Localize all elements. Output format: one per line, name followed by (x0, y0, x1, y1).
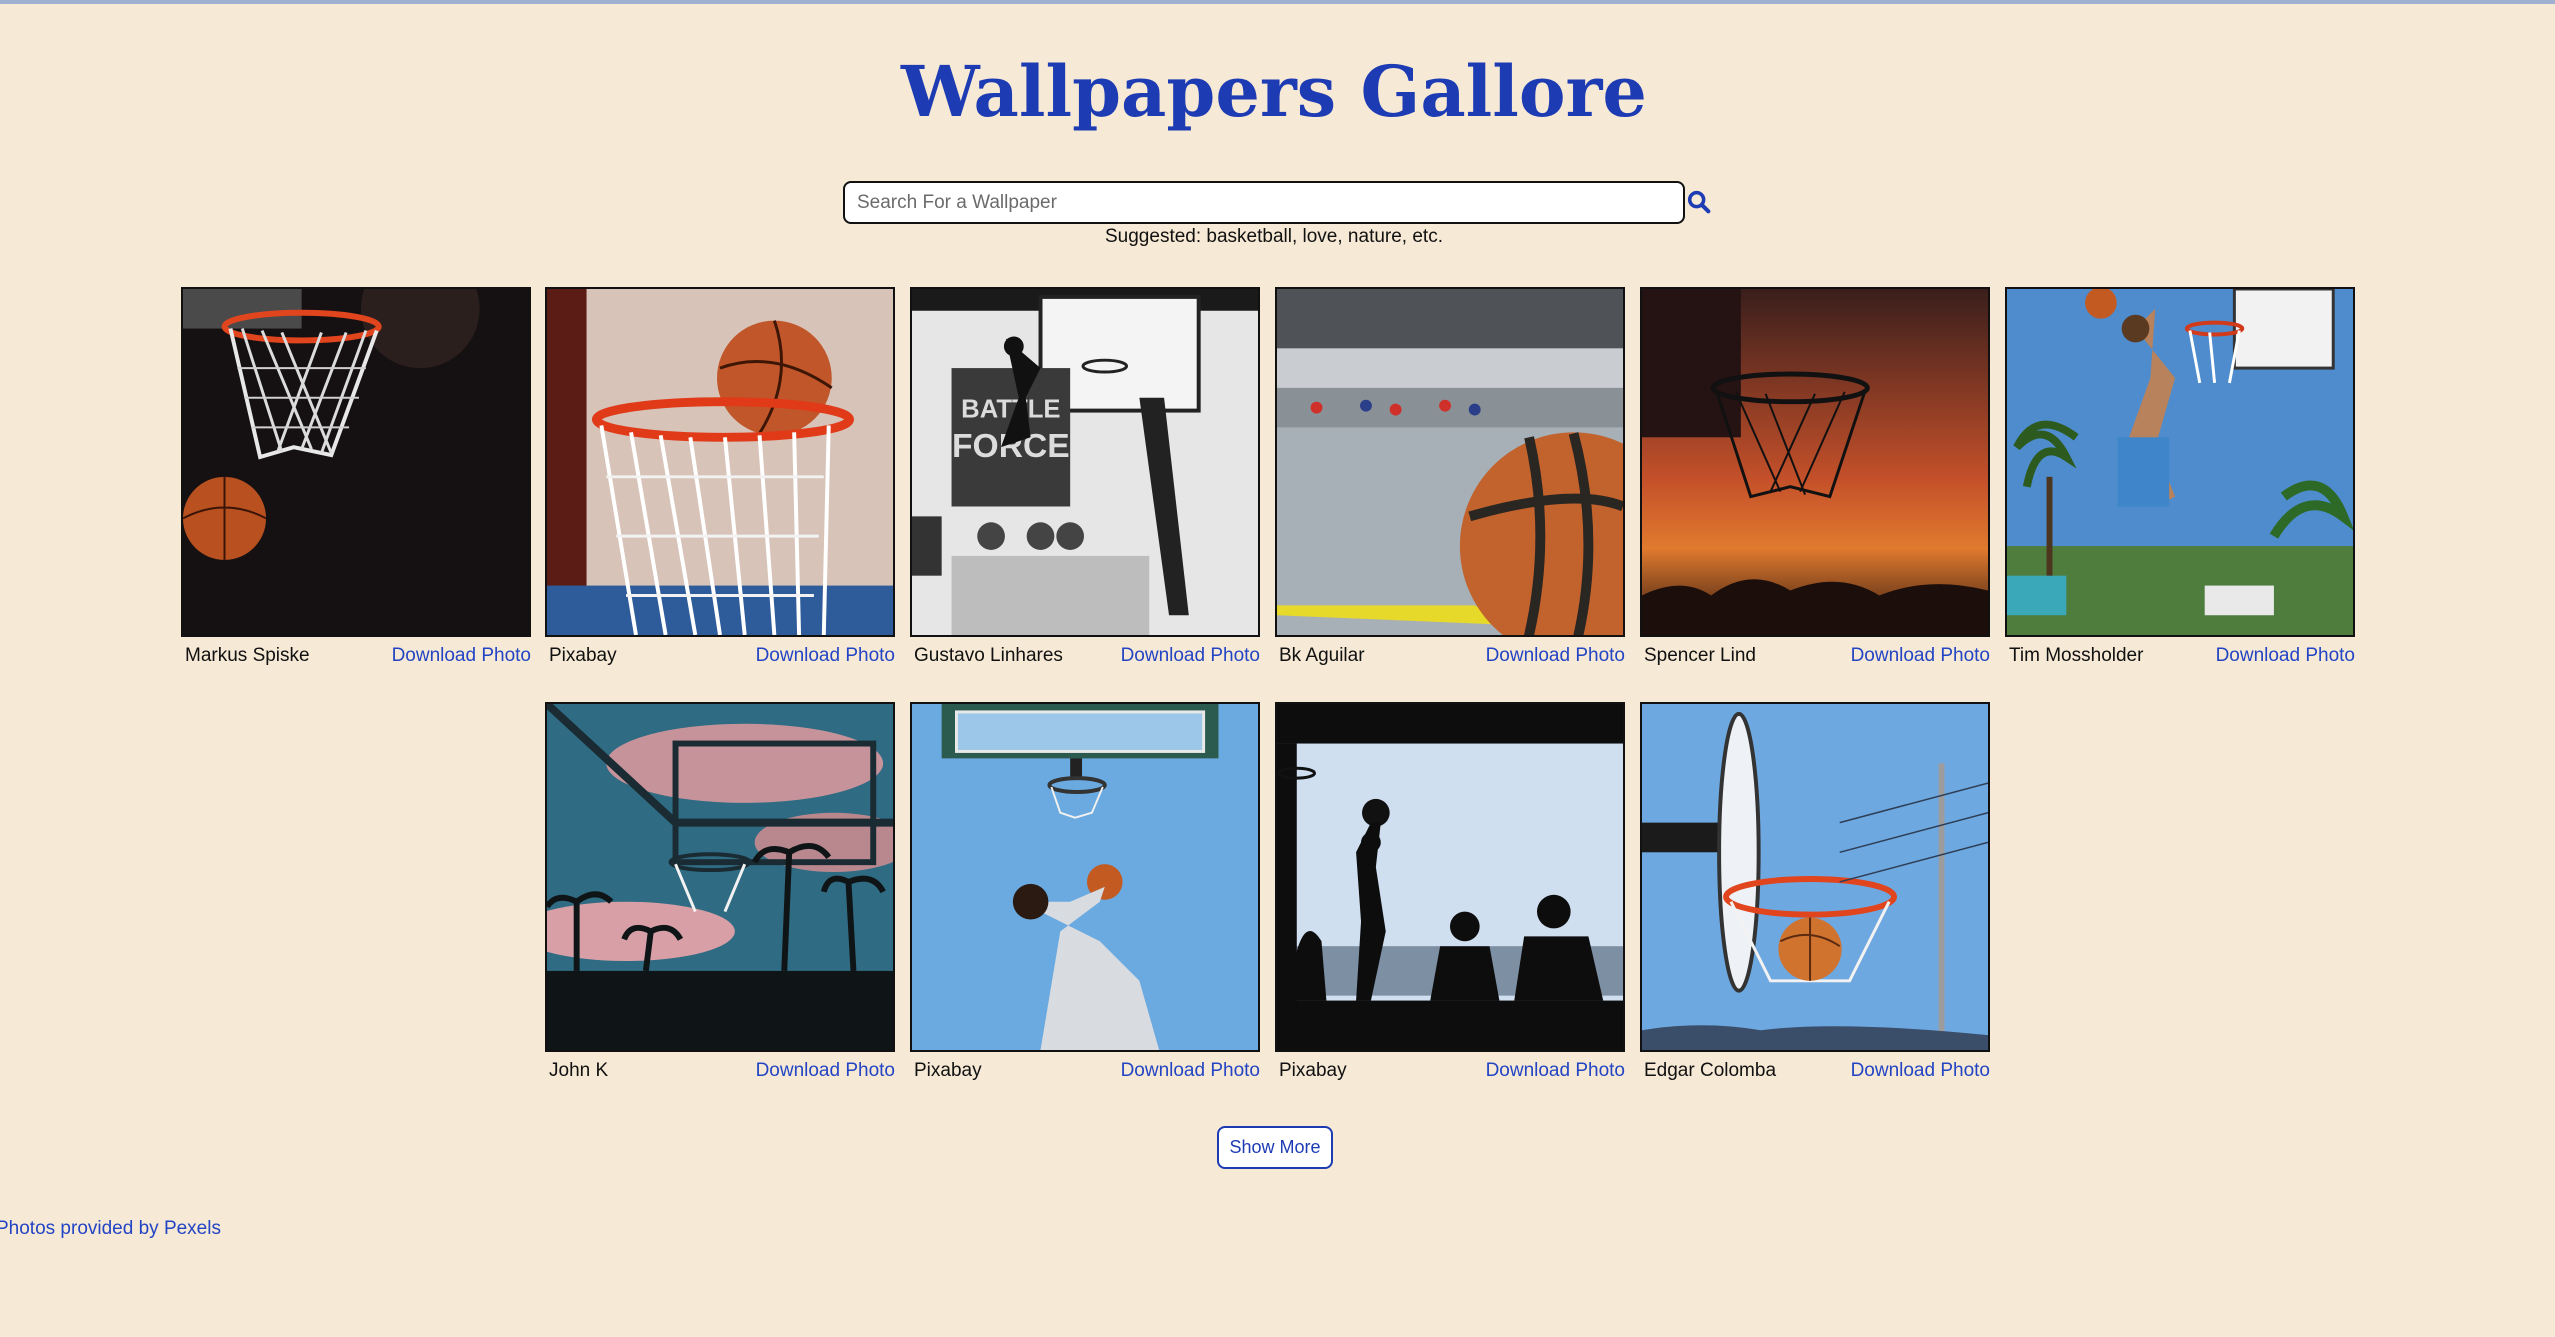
photo-card: Spencer Lind Download Photo (1640, 287, 1990, 667)
photographer-credit: John K (549, 1060, 609, 1081)
photo-card: Markus Spiske Download Photo (181, 287, 531, 667)
photo-thumbnail-dunk-black-and-white[interactable]: BATTLE FORCE (910, 287, 1260, 637)
photographer-credit: Edgar Colomba (1644, 1060, 1777, 1081)
photo-thumbnail-hoop-blue-sky[interactable] (1640, 702, 1990, 1052)
photo-card: Tim Mossholder Download Photo (2005, 287, 2355, 667)
photographer-credit: Bk Aguilar (1279, 645, 1365, 666)
photographer-credit: Gustavo Linhares (914, 645, 1063, 666)
download-photo-link[interactable]: Download Photo (2216, 644, 2355, 668)
photo-card: Pixabay Download Photo (1275, 702, 1625, 1082)
photographer-credit: Tim Mossholder (2009, 645, 2144, 666)
photographer-credit: Pixabay (1279, 1060, 1347, 1081)
download-photo-link[interactable]: Download Photo (756, 1059, 895, 1083)
download-photo-link[interactable]: Download Photo (1121, 644, 1260, 668)
photographer-credit: Pixabay (914, 1060, 982, 1081)
search-bar (843, 181, 1711, 226)
search-suggestions: Suggested: basketball, love, nature, etc… (1105, 226, 1443, 247)
photo-card: John K Download Photo (545, 702, 895, 1082)
search-button[interactable] (1685, 188, 1713, 216)
download-photo-link[interactable]: Download Photo (1851, 644, 1990, 668)
photo-card: Pixabay Download Photo (910, 702, 1260, 1082)
photographer-credit: Pixabay (549, 645, 617, 666)
download-photo-link[interactable]: Download Photo (1486, 1059, 1625, 1083)
page-title: Wallpapers Gallore (901, 50, 1647, 133)
pexels-credit-link[interactable]: Photos provided by Pexels (0, 1217, 221, 1241)
download-photo-link[interactable]: Download Photo (756, 644, 895, 668)
photo-thumbnail-silhouettes-by-sea[interactable] (1275, 702, 1625, 1052)
show-more-button[interactable]: Show More (1217, 1126, 1333, 1169)
photographer-credit: Spencer Lind (1644, 645, 1756, 666)
photo-thumbnail-hoop-with-palms-and-clouds[interactable] (545, 702, 895, 1052)
photo-thumbnail-hoop-at-sunset[interactable] (1640, 287, 1990, 637)
download-photo-link[interactable]: Download Photo (392, 644, 531, 668)
magnifier-search-icon (1687, 190, 1711, 214)
photo-thumbnail-dunk-with-palms[interactable] (2005, 287, 2355, 637)
photo-card: Bk Aguilar Download Photo (1275, 287, 1625, 667)
photo-thumbnail-ball-on-court[interactable] (1275, 287, 1625, 637)
download-photo-link[interactable]: Download Photo (1121, 1059, 1260, 1083)
photo-thumbnail-net-with-ball-dark[interactable] (181, 287, 531, 637)
photographer-credit: Markus Spiske (185, 645, 310, 666)
download-photo-link[interactable]: Download Photo (1851, 1059, 1990, 1083)
photo-thumbnail-ball-on-rim[interactable] (545, 287, 895, 637)
svg-text:BATTLE: BATTLE (961, 396, 1060, 424)
browser-top-border (0, 0, 2555, 4)
photo-card: Edgar Colomba Download Photo (1640, 702, 1990, 1082)
photo-thumbnail-layup-blue-sky[interactable] (910, 702, 1260, 1052)
search-input[interactable] (843, 181, 1685, 224)
photo-card: BATTLE FORCE Gustavo Linhares Download P… (910, 287, 1260, 667)
photo-card: Pixabay Download Photo (545, 287, 895, 667)
download-photo-link[interactable]: Download Photo (1486, 644, 1625, 668)
